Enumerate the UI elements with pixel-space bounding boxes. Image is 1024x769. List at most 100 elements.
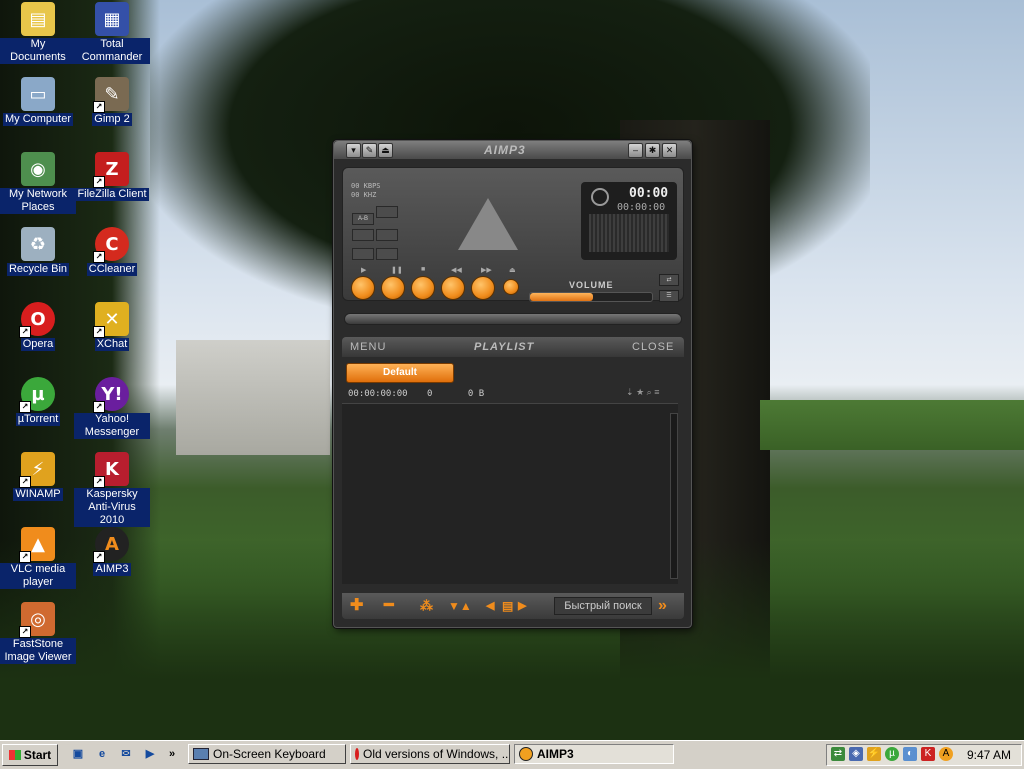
multi-select-button[interactable]: ⁂ xyxy=(420,597,433,615)
play-button[interactable] xyxy=(351,276,375,300)
move-down-icon[interactable]: ▶ xyxy=(518,597,526,615)
remove-files-button[interactable]: ━ xyxy=(384,597,394,615)
desktop-icon-my-network-places[interactable]: ◉ My Network Places xyxy=(0,152,76,214)
shuffle-toggle-button[interactable]: ⇄ xyxy=(659,274,679,286)
play-small-icon: ▶ xyxy=(361,267,367,274)
close-button[interactable]: ✕ xyxy=(662,143,677,158)
desktop-icon-my-computer[interactable]: ▭ My Computer xyxy=(0,77,76,126)
internet-explorer-icon[interactable]: e xyxy=(94,746,110,762)
minimize-button[interactable]: – xyxy=(628,143,643,158)
language-tray-icon[interactable]: ◐ xyxy=(903,747,917,761)
desktop-icon-xchat[interactable]: ✕ ↗ XChat xyxy=(74,302,150,351)
task-aimp3[interactable]: AIMP3 xyxy=(514,744,674,764)
desktop-icon-kaspersky[interactable]: K ↗ Kaspersky Anti-Virus 2010 xyxy=(74,452,150,527)
task-opera-window[interactable]: Old versions of Windows, ... xyxy=(350,744,510,764)
balance-button[interactable] xyxy=(376,229,398,241)
playlist-toggle-button[interactable] xyxy=(352,229,374,241)
sort-icon[interactable]: ⇣ xyxy=(626,387,634,397)
desktop-icon-aimp3[interactable]: A ↗ AIMP3 xyxy=(74,527,150,576)
equalizer-button[interactable] xyxy=(376,206,398,218)
move-up-icon[interactable]: ◀ xyxy=(486,597,494,615)
pin-icon[interactable]: ✱ xyxy=(645,143,660,158)
desktop-icon-vlc[interactable]: ▲ ↗ VLC media player xyxy=(0,527,76,589)
clock[interactable]: 9:47 AM xyxy=(967,748,1011,762)
time-display[interactable]: 00:00 00:00:00 xyxy=(581,182,677,260)
icon-label: Total Commander xyxy=(74,38,150,64)
desktop-icon-utorrent[interactable]: µ ↗ µTorrent xyxy=(0,377,76,426)
desktop-icon-recycle-bin[interactable]: ♻ Recycle Bin xyxy=(0,227,76,276)
quick-launch-chevron[interactable]: » xyxy=(164,746,180,762)
desktop-icon-yahoo-messenger[interactable]: Y! ↗ Yahoo! Messenger xyxy=(74,377,150,439)
desktop-icon-gimp[interactable]: ✎ ↗ Gimp 2 xyxy=(74,77,150,126)
power-icon[interactable] xyxy=(591,188,609,206)
kbps-label: KBPS xyxy=(363,182,381,190)
favorite-icon[interactable]: ★ xyxy=(636,387,644,397)
menu-button[interactable]: ▾ xyxy=(346,143,361,158)
sort-button[interactable]: ▼▲ xyxy=(448,597,472,615)
aimp-tray-icon[interactable]: A xyxy=(939,747,953,761)
desktop-icon-total-commander[interactable]: ▦ Total Commander xyxy=(74,2,150,64)
icon-label: My Computer xyxy=(2,113,74,126)
show-desktop-icon[interactable]: ▣ xyxy=(70,746,86,762)
ab-repeat-button[interactable]: A-B xyxy=(352,213,374,225)
winamp-tray-icon[interactable]: ⚡ xyxy=(867,747,881,761)
bitrate-panel: 00 KBPS 00 KHZ A-B xyxy=(351,182,403,260)
icon-label: Recycle Bin xyxy=(6,263,70,276)
stop-button[interactable] xyxy=(411,276,435,300)
next-button[interactable] xyxy=(471,276,495,300)
total-commander-icon: ▦ xyxy=(95,2,129,36)
seek-bar[interactable] xyxy=(344,313,682,325)
list-icon[interactable]: ≡ xyxy=(654,387,659,397)
playlist-scrollbar[interactable] xyxy=(670,413,678,579)
kaspersky-tray-icon[interactable]: K xyxy=(921,747,935,761)
desktop-icon-opera[interactable]: O ↗ Opera xyxy=(0,302,76,351)
start-button[interactable]: Start xyxy=(2,744,58,766)
desktop: ▤ My Documents ▭ My Computer ◉ My Networ… xyxy=(0,0,1024,740)
filezilla-icon: Z ↗ xyxy=(93,152,129,188)
previous-button[interactable] xyxy=(441,276,465,300)
stop-small-icon: ■ xyxy=(421,266,426,273)
xchat-icon: ✕ ↗ xyxy=(93,302,129,338)
window-title: AIMP3 xyxy=(484,143,526,157)
search-icon[interactable]: ⌕ xyxy=(647,387,652,397)
desktop-icon-my-documents[interactable]: ▤ My Documents xyxy=(0,2,76,64)
outlook-express-icon[interactable]: ✉ xyxy=(118,746,134,762)
pause-button[interactable] xyxy=(381,276,405,300)
desktop-icon-ccleaner[interactable]: C ↗ CCleaner xyxy=(74,227,150,276)
playlist-tab-default[interactable]: Default xyxy=(346,363,454,383)
volume-slider[interactable] xyxy=(529,292,653,302)
icon-label: VLC media player xyxy=(0,563,76,589)
windows-logo-icon xyxy=(8,750,21,760)
add-files-button[interactable]: ✚ xyxy=(350,597,363,615)
shuffle-button[interactable] xyxy=(352,248,374,260)
quick-search-button[interactable]: Быстрый поиск xyxy=(554,597,652,615)
playlist-button[interactable]: ☰ xyxy=(659,290,679,302)
visualization-button[interactable] xyxy=(376,248,398,260)
playlist-close-button[interactable]: CLOSE xyxy=(632,341,674,353)
network-tray-icon[interactable]: ⇄ xyxy=(831,747,845,761)
utorrent-tray-icon[interactable]: µ xyxy=(885,747,899,761)
icon-label: Opera xyxy=(20,338,56,351)
security-tray-icon[interactable]: ◈ xyxy=(849,747,863,761)
aimp-titlebar[interactable]: ▾ ✎ ⏏ AIMP3 – ✱ ✕ xyxy=(334,141,691,159)
media-player-icon[interactable]: ▶ xyxy=(142,746,158,762)
settings-icon[interactable]: ✎ xyxy=(362,143,377,158)
desktop-icon-faststone[interactable]: ◎ ↗ FastStone Image Viewer xyxy=(0,602,76,664)
player-panel: 00 KBPS 00 KHZ A-B 00:00 00:00:00 ▶ ❚❚ ■… xyxy=(342,167,684,302)
task-on-screen-keyboard[interactable]: On-Screen Keyboard xyxy=(188,744,346,764)
utorrent-icon: µ ↗ xyxy=(19,377,55,413)
playlist-area[interactable] xyxy=(342,403,678,584)
desktop-icon-filezilla[interactable]: Z ↗ FileZilla Client xyxy=(74,152,150,201)
open-file-button[interactable] xyxy=(503,279,519,295)
file-icon[interactable]: ▤ xyxy=(502,597,513,615)
expand-icon[interactable]: » xyxy=(658,597,667,615)
gimp-icon: ✎ ↗ xyxy=(93,77,129,113)
playlist-stats: 00:00:00:00 0 0 B xyxy=(348,389,484,399)
computer-icon: ▭ xyxy=(21,77,55,111)
volume-label: VOLUME xyxy=(569,280,614,290)
network-places-icon: ◉ xyxy=(21,152,55,186)
desktop-icon-winamp[interactable]: ⚡ ↗ WINAMP xyxy=(0,452,76,501)
eject-icon[interactable]: ⏏ xyxy=(378,143,393,158)
icon-label: FastStone Image Viewer xyxy=(0,638,76,664)
playlist-menu-button[interactable]: MENU xyxy=(350,341,386,353)
